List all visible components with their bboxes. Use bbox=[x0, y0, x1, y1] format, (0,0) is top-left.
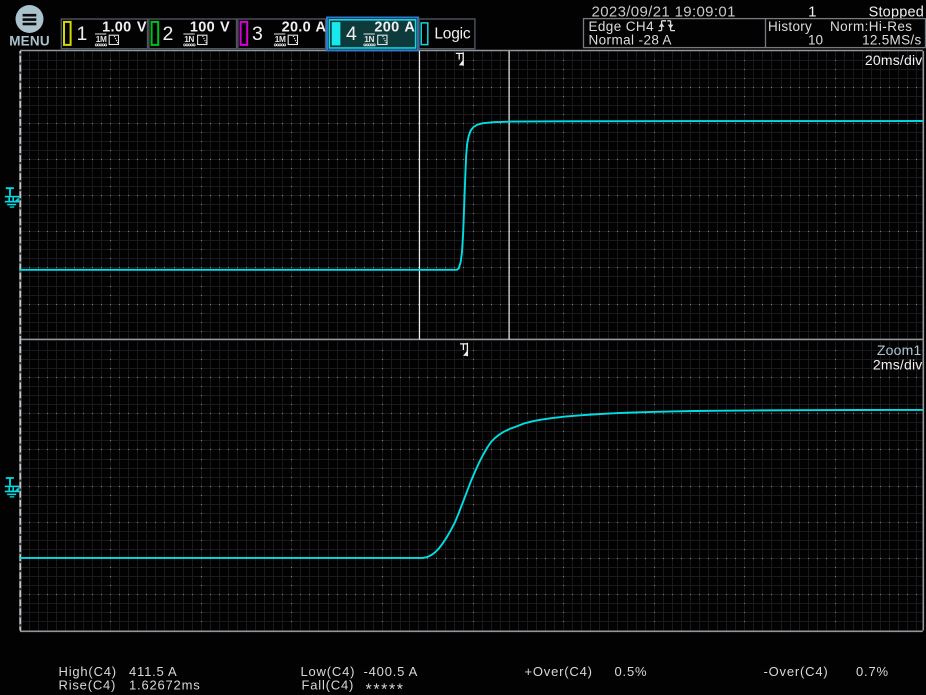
svg-text:History: History bbox=[768, 19, 812, 34]
svg-text:0.5%: 0.5% bbox=[615, 664, 648, 679]
svg-text:10: 10 bbox=[808, 33, 823, 48]
svg-text:1M: 1M bbox=[275, 34, 286, 44]
svg-text:1N: 1N bbox=[364, 34, 374, 44]
svg-text:1N: 1N bbox=[184, 34, 194, 44]
svg-text:1M: 1M bbox=[96, 34, 107, 44]
svg-text:20ms/div: 20ms/div bbox=[865, 52, 923, 68]
svg-text:4: 4 bbox=[346, 23, 357, 45]
svg-text:1: 1 bbox=[77, 23, 88, 45]
svg-text:2ms/div: 2ms/div bbox=[873, 357, 923, 373]
svg-text:V: V bbox=[137, 19, 147, 35]
svg-text:Logic: Logic bbox=[434, 26, 471, 43]
svg-text:Normal -28 A: Normal -28 A bbox=[589, 33, 672, 48]
svg-text:A: A bbox=[404, 19, 415, 35]
svg-text:MENU: MENU bbox=[9, 34, 50, 49]
svg-text:Rise(C4): Rise(C4) bbox=[59, 678, 117, 693]
svg-text:1: 1 bbox=[808, 3, 816, 20]
svg-text:-400.5 A: -400.5 A bbox=[364, 664, 419, 679]
svg-text:0.7%: 0.7% bbox=[856, 664, 889, 679]
svg-text:200: 200 bbox=[374, 19, 399, 35]
svg-text:20.0: 20.0 bbox=[282, 19, 311, 35]
svg-text:V: V bbox=[220, 19, 230, 35]
svg-text:A: A bbox=[316, 19, 327, 35]
svg-text:3: 3 bbox=[252, 23, 263, 45]
svg-text:-Over(C4): -Over(C4) bbox=[764, 664, 829, 679]
svg-text:2023/09/21 19:09:01: 2023/09/21 19:09:01 bbox=[592, 3, 736, 20]
svg-text:1.00: 1.00 bbox=[102, 19, 131, 35]
svg-text:+Over(C4): +Over(C4) bbox=[525, 664, 593, 679]
svg-text:100: 100 bbox=[190, 19, 215, 35]
svg-text:*****: ***** bbox=[366, 682, 405, 695]
svg-text:1.62672ms: 1.62672ms bbox=[129, 678, 201, 693]
svg-text:12.5MS/s: 12.5MS/s bbox=[862, 33, 921, 48]
svg-text:2: 2 bbox=[163, 23, 174, 45]
svg-text:Fall(C4): Fall(C4) bbox=[302, 678, 355, 693]
